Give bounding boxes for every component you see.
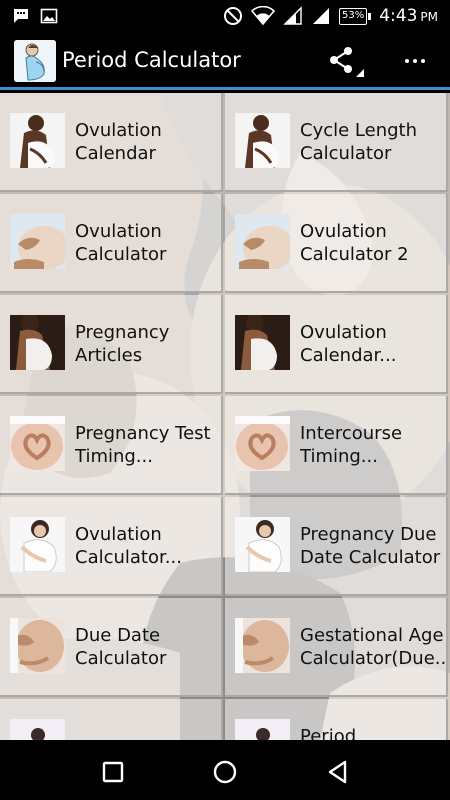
menu-item-ovulation-calendar-2[interactable]: Ovulation Calendar... (225, 295, 448, 394)
clock: 4:43 PM (379, 6, 438, 26)
battery-icon: 53% (338, 7, 372, 25)
heart-hands-belly-photo (235, 416, 290, 471)
menu-item-ovulation-calculator-2[interactable]: Ovulation Calculator 2 (225, 194, 448, 293)
menu-item-label: Pregnancy Due Date Calculator (300, 524, 441, 568)
pregnant-belly-photo (235, 214, 290, 269)
menu-item-label: Period (300, 726, 357, 740)
back-icon (328, 760, 347, 784)
share-icon (330, 47, 364, 77)
menu-item-cycle-length-calculator[interactable]: Cycle Length Calculator (225, 93, 448, 192)
system-status: 53% 4:43 PM (223, 4, 438, 28)
heart-hands-belly-photo (10, 416, 65, 471)
battery-level: 53% (338, 7, 368, 25)
more-options-icon (405, 59, 409, 63)
menu-item-label: Ovulation Calculator 2 (300, 221, 409, 265)
menu-item-label: Ovulation Calendar (75, 120, 162, 164)
message-notification-icon (12, 7, 30, 25)
pregnant-woman-dress-photo (10, 315, 65, 370)
menu-item-ovulation-calculator[interactable]: Ovulation Calculator (0, 194, 223, 293)
more-options-button[interactable] (398, 46, 432, 76)
menu-item-pregnancy-test-timing[interactable]: Pregnancy Test Timing... (0, 396, 223, 495)
menu-item-label: Due Date Calculator (75, 625, 167, 669)
pregnant-woman-dress-photo (235, 315, 290, 370)
pregnant-woman-photo (10, 113, 65, 168)
pregnant-woman-purple-photo (235, 719, 290, 740)
pregnant-woman-purple-photo (10, 719, 65, 740)
menu-item-due-date-calculator[interactable]: Due Date Calculator (0, 598, 223, 697)
menu-item-label: Pregnancy Articles (75, 322, 170, 366)
signal-icon (283, 6, 303, 26)
menu-item-label: Ovulation Calculator (75, 221, 167, 265)
recent-apps-icon (102, 761, 124, 783)
home-icon (213, 760, 237, 784)
menu-item-pregnancy-due-date-calculator[interactable]: Pregnancy Due Date Calculator (225, 497, 448, 596)
signal-icon-2 (311, 6, 331, 26)
navigation-bar (0, 740, 450, 800)
pregnant-belly-photo (10, 214, 65, 269)
clock-time: 4:43 (379, 6, 418, 26)
menu-item-ovulation-calculator-3[interactable]: Ovulation Calculator... (0, 497, 223, 596)
image-notification-icon (40, 7, 58, 25)
menu-grid[interactable]: Ovulation Calendar Cycle Length Calculat… (0, 93, 450, 740)
do-not-disturb-icon (223, 6, 243, 26)
menu-item-label: Ovulation Calculator... (75, 524, 182, 568)
clock-ampm: PM (420, 10, 438, 24)
pregnant-belly-closeup-photo (10, 618, 65, 673)
pregnant-woman-smiling-photo (10, 517, 65, 572)
menu-item-label: Cycle Length Calculator (300, 120, 417, 164)
menu-item-label: Ovulation Calendar... (300, 322, 397, 366)
share-button[interactable] (326, 47, 366, 77)
status-bar: 53% 4:43 PM (0, 0, 450, 32)
menu-item-gestational-age-calculator[interactable]: Gestational Age Calculator(Due... (225, 598, 448, 697)
app-title: Period Calculator (62, 48, 241, 72)
pregnant-belly-closeup-photo (235, 618, 290, 673)
home-button[interactable] (211, 758, 239, 786)
menu-item-intercourse-timing[interactable]: Intercourse Timing... (225, 396, 448, 495)
menu-item-label: Gestational Age Calculator(Due... (300, 625, 445, 669)
app-logo-icon (14, 40, 56, 82)
pregnant-woman-photo (235, 113, 290, 168)
back-button[interactable] (324, 758, 352, 786)
recent-apps-button[interactable] (99, 758, 127, 786)
menu-item-period[interactable]: Period (225, 699, 448, 740)
pregnant-woman-smiling-photo (235, 517, 290, 572)
wifi-icon (250, 6, 275, 26)
menu-item-label: Pregnancy Test Timing... (75, 423, 211, 467)
menu-item-partial-left[interactable] (0, 699, 223, 740)
menu-item-ovulation-calendar[interactable]: Ovulation Calendar (0, 93, 223, 192)
menu-item-label: Intercourse Timing... (300, 423, 403, 467)
menu-item-pregnancy-articles[interactable]: Pregnancy Articles (0, 295, 223, 394)
notification-icons (12, 7, 58, 25)
app-bar: Period Calculator (0, 32, 450, 90)
